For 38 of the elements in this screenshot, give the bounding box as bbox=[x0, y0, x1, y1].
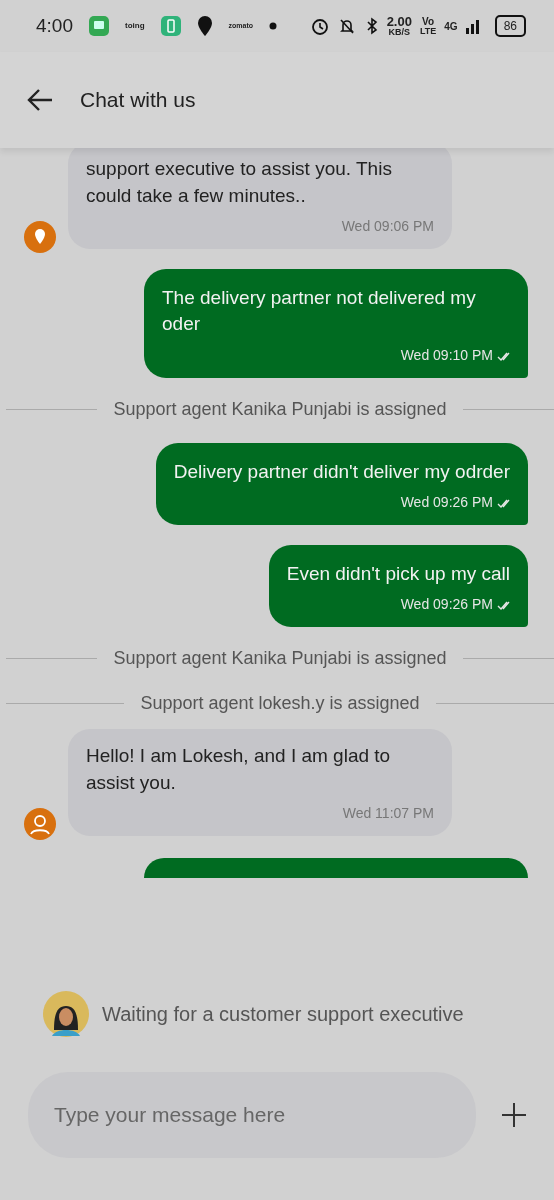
user-avatar-icon bbox=[24, 807, 56, 840]
volte-label: LTE bbox=[419, 26, 437, 36]
message-time: Wed 09:10 PM bbox=[400, 345, 493, 365]
signal-icon bbox=[465, 18, 479, 34]
message-input[interactable]: Type your message here bbox=[28, 1072, 476, 1158]
message-text: support executive to assist you. This could take a few minutes.. bbox=[86, 157, 393, 208]
app-logo: toing bbox=[125, 20, 145, 32]
message-app-icon bbox=[89, 16, 109, 36]
plus-icon bbox=[502, 1103, 526, 1128]
agent-avatar-icon bbox=[42, 990, 90, 1038]
brand-avatar-icon bbox=[24, 220, 56, 253]
alarm-icon bbox=[310, 17, 329, 35]
message-text: The delivery partner not delivered my oder bbox=[162, 285, 477, 337]
message-time: Wed 09:26 PM bbox=[400, 595, 493, 615]
message-text: Hello! I am Lokesh, and I am glad to assist you. bbox=[86, 743, 392, 795]
attach-button[interactable] bbox=[502, 1102, 526, 1128]
clock-time: 4:00 bbox=[36, 13, 73, 38]
volte-label: Vo bbox=[422, 16, 435, 27]
back-button[interactable] bbox=[26, 87, 54, 113]
waiting-status: Waiting for a customer support executive bbox=[102, 1002, 464, 1027]
dot-icon bbox=[269, 22, 278, 30]
battery-app-icon bbox=[160, 16, 181, 36]
speed-unit: KB/S bbox=[388, 28, 411, 37]
message-text: Even didn't pick up my call bbox=[286, 561, 510, 586]
bluetooth-icon bbox=[364, 17, 379, 35]
speed-value: 2.00 bbox=[386, 15, 412, 28]
message-text: Delivery partner didn't deliver my odrder bbox=[173, 459, 510, 484]
message-time: Wed 09:06 PM bbox=[340, 217, 434, 237]
pin-icon bbox=[196, 16, 213, 36]
message-time: Wed 11:07 PM bbox=[341, 804, 434, 824]
message-time: Wed 09:26 PM bbox=[400, 493, 493, 513]
system-notice: Support agent Kanika Punjabi is assigned bbox=[113, 397, 447, 421]
battery-level: 86 bbox=[494, 15, 526, 37]
page-title: Chat with us bbox=[80, 87, 196, 114]
network-label: 4G bbox=[444, 19, 458, 34]
system-notice: Support agent Kanika Punjabi is assigned bbox=[113, 646, 447, 670]
system-notice: Support agent lokesh.y is assigned bbox=[140, 691, 420, 715]
back-arrow-icon bbox=[26, 87, 54, 113]
